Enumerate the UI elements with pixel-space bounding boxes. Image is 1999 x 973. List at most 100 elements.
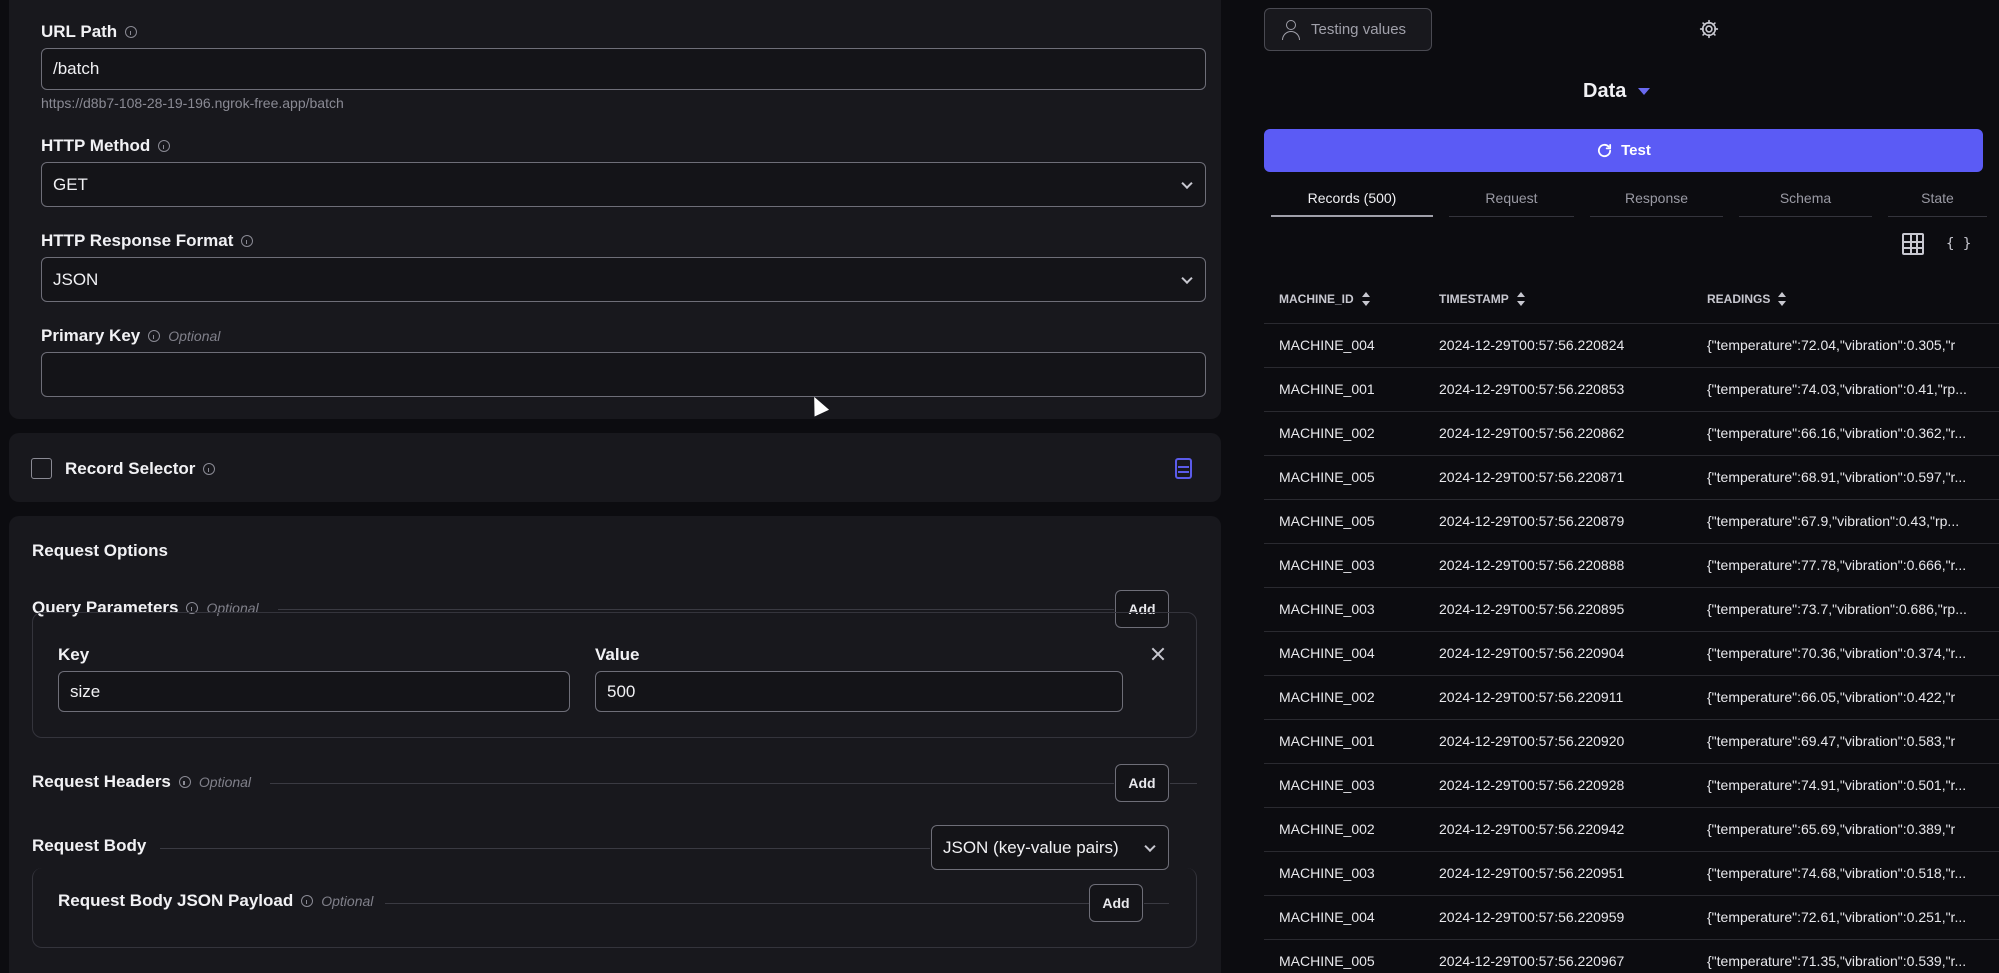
timestamp-cell: 2024-12-29T00:57:56.220920 bbox=[1439, 733, 1625, 749]
record-selector-checkbox[interactable] bbox=[31, 458, 52, 479]
machine-id-cell: MACHINE_001 bbox=[1279, 381, 1375, 397]
chevron-down-icon bbox=[1181, 177, 1193, 189]
data-dropdown[interactable]: Data bbox=[1583, 80, 1651, 103]
table-row[interactable]: MACHINE_005 2024-12-29T00:57:56.220871 {"t… bbox=[1264, 456, 1999, 500]
readings-cell: {"temperature":74.03,"vibration":0.41,"r… bbox=[1707, 381, 1967, 397]
machine-id-cell: MACHINE_002 bbox=[1279, 689, 1375, 705]
table-header: MACHINE_ID TIMESTAMP READINGS bbox=[1264, 280, 1999, 324]
records-table: MACHINE_ID TIMESTAMP READINGS MACHINE_00… bbox=[1264, 280, 1999, 973]
tab-state[interactable]: State bbox=[1888, 190, 1987, 217]
timestamp-cell: 2024-12-29T00:57:56.220862 bbox=[1439, 425, 1625, 441]
request-body-label: Request Body bbox=[32, 836, 147, 855]
sort-icon bbox=[1516, 292, 1525, 306]
table-row[interactable]: MACHINE_004 2024-12-29T00:57:56.220824 {"t… bbox=[1264, 324, 1999, 368]
readings-cell: {"temperature":69.47,"vibration":0.583,"… bbox=[1707, 733, 1956, 749]
json-view-icon[interactable]: { } bbox=[1946, 233, 1971, 255]
info-icon[interactable] bbox=[241, 235, 254, 247]
testing-panel: Testing values Data Test Records (500) R… bbox=[1247, 0, 1999, 973]
divider bbox=[270, 783, 1114, 784]
full-url-hint: https://d8b7-108-28-19-196.ngrok-free.ap… bbox=[41, 95, 344, 111]
table-row[interactable]: MACHINE_005 2024-12-29T00:57:56.220879 {"t… bbox=[1264, 500, 1999, 544]
divider bbox=[385, 903, 1089, 904]
readings-cell: {"temperature":65.69,"vibration":0.389,"… bbox=[1707, 821, 1956, 837]
column-header-readings[interactable]: READINGS bbox=[1707, 292, 1787, 306]
url-path-input[interactable]: /batch bbox=[41, 48, 1206, 90]
table-row[interactable]: MACHINE_002 2024-12-29T00:57:56.220942 {"t… bbox=[1264, 808, 1999, 852]
table-row[interactable]: MACHINE_004 2024-12-29T00:57:56.220904 {"t… bbox=[1264, 632, 1999, 676]
table-row[interactable]: MACHINE_002 2024-12-29T00:57:56.220862 {"t… bbox=[1264, 412, 1999, 456]
table-row[interactable]: MACHINE_004 2024-12-29T00:57:56.220959 {"t… bbox=[1264, 896, 1999, 940]
request-body-payload-label: Request Body JSON Payload Optional bbox=[58, 891, 374, 910]
query-key-input[interactable]: size bbox=[58, 671, 570, 712]
machine-id-cell: MACHINE_005 bbox=[1279, 953, 1375, 969]
table-row[interactable]: MACHINE_003 2024-12-29T00:57:56.220888 {"t… bbox=[1264, 544, 1999, 588]
user-icon bbox=[1281, 19, 1301, 41]
table-row[interactable]: MACHINE_003 2024-12-29T00:57:56.220928 {"t… bbox=[1264, 764, 1999, 808]
connector-form-panel: URL Path /batch https://d8b7-108-28-19-1… bbox=[0, 0, 1237, 973]
readings-cell: {"temperature":74.91,"vibration":0.501,"… bbox=[1707, 777, 1967, 793]
tab-response[interactable]: Response bbox=[1590, 190, 1723, 217]
readings-cell: {"temperature":72.04,"vibration":0.305,"… bbox=[1707, 337, 1956, 353]
http-method-label: HTTP Method bbox=[41, 136, 171, 156]
machine-id-cell: MACHINE_003 bbox=[1279, 601, 1375, 617]
url-path-label: URL Path bbox=[41, 22, 138, 42]
tab-schema[interactable]: Schema bbox=[1739, 190, 1872, 217]
add-payload-button[interactable]: Add bbox=[1089, 884, 1143, 922]
info-icon[interactable] bbox=[158, 140, 171, 152]
table-row[interactable]: MACHINE_005 2024-12-29T00:57:56.220967 {"t… bbox=[1264, 940, 1999, 973]
readings-cell: {"temperature":72.61,"vibration":0.251,"… bbox=[1707, 909, 1967, 925]
table-row[interactable]: MACHINE_003 2024-12-29T00:57:56.220951 {"t… bbox=[1264, 852, 1999, 896]
request-headers-label: Request Headers Optional bbox=[32, 772, 252, 791]
readings-cell: {"temperature":66.05,"vibration":0.422,"… bbox=[1707, 689, 1956, 705]
table-row[interactable]: MACHINE_001 2024-12-29T00:57:56.220853 {"t… bbox=[1264, 368, 1999, 412]
divider bbox=[1144, 903, 1169, 904]
info-icon[interactable] bbox=[125, 26, 138, 38]
response-format-select[interactable]: JSON bbox=[41, 257, 1206, 302]
info-icon[interactable] bbox=[148, 330, 161, 342]
machine-id-cell: MACHINE_004 bbox=[1279, 645, 1375, 661]
gear-icon[interactable] bbox=[1699, 19, 1719, 39]
http-method-select[interactable]: GET bbox=[41, 162, 1206, 207]
request-options-title: Request Options bbox=[32, 541, 169, 560]
test-button[interactable]: Test bbox=[1264, 129, 1983, 172]
close-icon[interactable] bbox=[1148, 644, 1168, 664]
chevron-down-icon bbox=[1181, 272, 1193, 284]
timestamp-cell: 2024-12-29T00:57:56.220904 bbox=[1439, 645, 1625, 661]
add-request-header-button[interactable]: Add bbox=[1115, 764, 1169, 802]
info-icon[interactable] bbox=[203, 463, 216, 475]
sort-icon bbox=[1778, 292, 1787, 306]
table-view-icon[interactable] bbox=[1902, 233, 1924, 255]
primary-key-input[interactable] bbox=[41, 352, 1206, 397]
tab-request[interactable]: Request bbox=[1449, 190, 1574, 217]
table-row[interactable]: MACHINE_001 2024-12-29T00:57:56.220920 {"t… bbox=[1264, 720, 1999, 764]
divider bbox=[1170, 783, 1197, 784]
timestamp-cell: 2024-12-29T00:57:56.220888 bbox=[1439, 557, 1625, 573]
testing-values-button[interactable]: Testing values bbox=[1264, 8, 1432, 51]
info-icon[interactable] bbox=[178, 776, 191, 788]
machine-id-cell: MACHINE_003 bbox=[1279, 777, 1375, 793]
timestamp-cell: 2024-12-29T00:57:56.220928 bbox=[1439, 777, 1625, 793]
tab-records[interactable]: Records (500) bbox=[1271, 190, 1433, 217]
record-selector-label: Record Selector bbox=[65, 459, 216, 479]
table-row[interactable]: MACHINE_003 2024-12-29T00:57:56.220895 {"t… bbox=[1264, 588, 1999, 632]
column-header-machine-id[interactable]: MACHINE_ID bbox=[1279, 292, 1370, 306]
primary-key-label: Primary Key Optional bbox=[41, 326, 221, 345]
machine-id-cell: MACHINE_001 bbox=[1279, 733, 1375, 749]
column-header-timestamp[interactable]: TIMESTAMP bbox=[1439, 292, 1525, 306]
machine-id-cell: MACHINE_002 bbox=[1279, 821, 1375, 837]
timestamp-cell: 2024-12-29T00:57:56.220967 bbox=[1439, 953, 1625, 969]
machine-id-cell: MACHINE_005 bbox=[1279, 469, 1375, 485]
request-body-type-select[interactable]: JSON (key-value pairs) bbox=[931, 825, 1169, 870]
machine-id-cell: MACHINE_003 bbox=[1279, 557, 1375, 573]
value-label: Value bbox=[595, 645, 640, 664]
table-row[interactable]: MACHINE_002 2024-12-29T00:57:56.220911 {"t… bbox=[1264, 676, 1999, 720]
basic-settings-card: URL Path /batch https://d8b7-108-28-19-1… bbox=[9, 0, 1221, 419]
table-body: MACHINE_004 2024-12-29T00:57:56.220824 {"t… bbox=[1264, 324, 1999, 973]
timestamp-cell: 2024-12-29T00:57:56.220871 bbox=[1439, 469, 1625, 485]
timestamp-cell: 2024-12-29T00:57:56.220959 bbox=[1439, 909, 1625, 925]
key-label: Key bbox=[58, 645, 90, 664]
query-value-input[interactable]: 500 bbox=[595, 671, 1123, 712]
database-icon[interactable] bbox=[1175, 458, 1192, 479]
readings-cell: {"temperature":66.16,"vibration":0.362,"… bbox=[1707, 425, 1967, 441]
info-icon[interactable] bbox=[301, 895, 314, 907]
